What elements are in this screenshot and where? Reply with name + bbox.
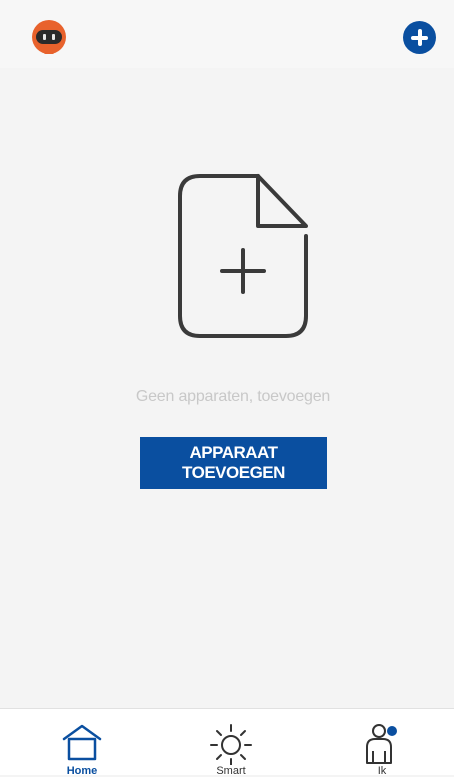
person-icon [360, 721, 404, 765]
home-icon [60, 721, 104, 765]
empty-state-message: Geen apparaten, toevoegen [135, 388, 331, 405]
add-document-icon [172, 168, 314, 344]
nav-label-ik: Ik [377, 765, 387, 777]
nav-item-ik[interactable]: Ik [332, 709, 432, 777]
nav-item-smart[interactable]: Smart [181, 709, 281, 777]
robot-avatar-icon[interactable] [27, 17, 71, 57]
nav-label-home: Home [66, 765, 98, 777]
sun-icon [209, 721, 253, 766]
add-device-button[interactable] [403, 21, 436, 54]
add-device-cta-button[interactable]: APPARAAT TOEVOEGEN [140, 437, 327, 489]
bottom-navigation: Home Smart Ik [0, 708, 454, 777]
top-bar [0, 0, 454, 68]
nav-label-smart: Smart [216, 765, 246, 777]
nav-item-home[interactable]: Home [32, 709, 132, 777]
